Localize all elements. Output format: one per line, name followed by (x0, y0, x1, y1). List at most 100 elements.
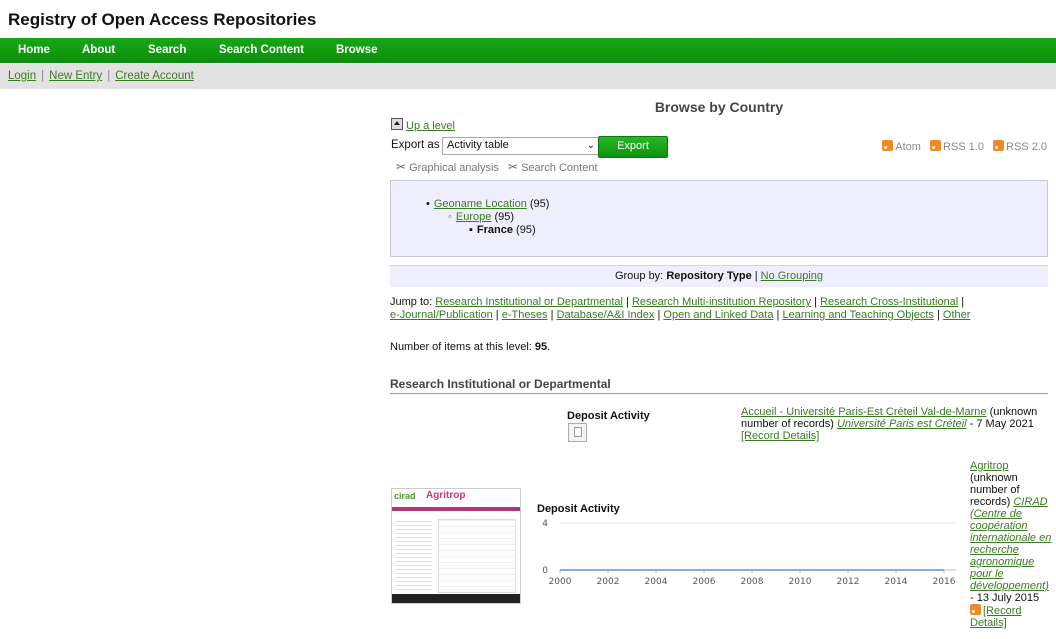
deposit-activity-label: Deposit Activity (567, 410, 650, 422)
jump-link[interactable]: e-Journal/Publication (390, 309, 493, 321)
x-tick-label: 2010 (789, 577, 812, 587)
repository-entry: Accueil - Université Paris-Est Créteil V… (741, 406, 1041, 442)
repository-link[interactable]: Agritrop (970, 460, 1009, 472)
jump-to: Jump to: Research Institutional or Depar… (390, 296, 971, 321)
chart-title: Deposit Activity (537, 503, 620, 515)
rss2-feed-link[interactable]: RSS 2.0 (993, 140, 1047, 153)
cirad-logo: cirad (394, 491, 416, 501)
x-tick-label: 2008 (741, 577, 764, 587)
location-tree: • Geoname Location (95) ◦ Europe (95) ▪ Fra… (390, 180, 1048, 257)
section-heading: Research Institutional or Departmental (390, 377, 1048, 394)
rss-icon[interactable] (970, 604, 981, 615)
thumb-header: cirad Agritrop (392, 489, 520, 507)
export-button[interactable]: Export (598, 136, 668, 158)
y-tick-label: 4 (542, 519, 548, 529)
group-by-current: Repository Type (666, 270, 752, 282)
feed-icon (882, 140, 894, 151)
thumb-nav (392, 507, 520, 511)
entry-date: - 13 July 2015 (970, 592, 1040, 604)
group-by-label: Group by: (614, 270, 664, 282)
jump-link[interactable]: Open and Linked Data (663, 309, 773, 321)
x-tick-label: 2006 (693, 577, 716, 587)
export-format-select[interactable]: Activity table ⌄ (442, 137, 602, 155)
thumb-text (396, 521, 432, 591)
nav-search-content[interactable]: Search Content (219, 44, 304, 56)
nav-browse[interactable]: Browse (336, 44, 378, 56)
repository-screenshot[interactable]: cirad Agritrop (391, 488, 521, 604)
export-row: Export as Activity table ⌄ Export Atom R… (391, 136, 1051, 158)
group-by-bar: Group by: Repository Type | No Grouping (390, 265, 1048, 287)
tree-level-3: ▪ France (95) (469, 224, 536, 236)
x-tick-label: 2012 (837, 577, 860, 587)
organisation-link[interactable]: CIRAD (Centre de coopération internation… (970, 496, 1051, 592)
separator: | (107, 70, 111, 82)
geoname-location-link[interactable]: Geoname Location (434, 198, 527, 210)
account-bar: Login | New Entry | Create Account (0, 64, 1056, 89)
item-count: Number of items at this level: 95. (390, 341, 550, 353)
tree-count: (95) (494, 211, 515, 223)
jump-link[interactable]: Other (943, 309, 971, 321)
x-tick-label: 2002 (597, 577, 620, 587)
create-account-link[interactable]: Create Account (115, 70, 194, 82)
deposit-activity-chart: 0 4 2000 2002 2004 2006 2008 2010 2012 2014 2016 (542, 519, 956, 587)
export-label: Export as (391, 139, 440, 151)
jump-link[interactable]: Research Multi-institution Repository (632, 296, 811, 308)
no-grouping-link[interactable]: No Grouping (761, 270, 823, 282)
entry-date: - 7 May 2021 (966, 418, 1034, 430)
bullet: ▪ (469, 224, 473, 236)
jump-link[interactable]: Research Cross-Institutional (820, 296, 958, 308)
page-title: Browse by Country (654, 99, 784, 115)
repository-entry: Agritrop (unknown number of records) CIR… (970, 460, 1052, 629)
jump-link[interactable]: e-Theses (502, 309, 548, 321)
y-tick-label: 0 (542, 566, 548, 576)
login-link[interactable]: Login (8, 70, 36, 82)
separator: | (754, 270, 758, 282)
nav-about[interactable]: About (82, 44, 115, 56)
tree-count: (95) (529, 198, 550, 210)
jump-link[interactable]: Database/A&I Index (557, 309, 655, 321)
site-title: Registry of Open Access Repositories (8, 10, 317, 29)
separator: | (41, 70, 45, 82)
rss1-feed-link[interactable]: RSS 1.0 (930, 140, 984, 153)
x-tick-label: 2014 (885, 577, 908, 587)
tools-row: ✂ Graphical analysis ✂ Search Content (396, 160, 604, 174)
punctuation: . (547, 341, 551, 353)
tree-count: (95) (516, 224, 536, 236)
feed-links: Atom RSS 1.0 RSS 2.0 (876, 140, 1047, 153)
record-details-link[interactable]: [Record Details] (741, 430, 819, 442)
jump-to-label: Jump to: (390, 296, 433, 308)
x-tick-label: 2004 (645, 577, 668, 587)
graphical-analysis-tool[interactable]: ✂ Graphical analysis (396, 160, 499, 174)
bullet: • (426, 198, 430, 210)
new-entry-link[interactable]: New Entry (49, 70, 102, 82)
no-image-icon (568, 423, 587, 442)
x-tick-label: 2016 (933, 577, 956, 587)
rss-icon (930, 140, 941, 151)
x-tick-label: 2000 (549, 577, 572, 587)
export-format-value: Activity table (447, 139, 509, 151)
thumb-panel (438, 519, 516, 593)
nav-search[interactable]: Search (148, 44, 186, 56)
europe-link[interactable]: Europe (456, 211, 491, 223)
nav-home[interactable]: Home (18, 44, 50, 56)
item-count-value: 95 (534, 341, 548, 353)
france-current: France (476, 224, 513, 236)
tools-icon: ✂ (396, 160, 407, 174)
jump-link[interactable]: Research Institutional or Departmental (435, 296, 623, 308)
chevron-down-icon: ⌄ (586, 140, 595, 151)
up-level-link[interactable]: Up a level (406, 120, 455, 132)
up-arrow-icon[interactable] (391, 118, 403, 130)
jump-link[interactable]: Learning and Teaching Objects (782, 309, 933, 321)
atom-feed-link[interactable]: Atom (882, 140, 921, 153)
up-level: Up a level (391, 118, 455, 132)
item-count-label: Number of items at this level: (390, 341, 532, 353)
bullet: ◦ (448, 211, 452, 223)
repository-link[interactable]: Accueil - Université Paris-Est Créteil V… (741, 406, 987, 418)
agritrop-logo: Agritrop (426, 490, 466, 501)
rss-icon (993, 140, 1005, 151)
tree-level-1: • Geoname Location (95) (426, 198, 549, 210)
organisation-link[interactable]: Université Paris est Créteil (837, 418, 967, 430)
search-content-tool[interactable]: ✂ Search Content (508, 160, 598, 174)
thumb-footer (392, 594, 520, 603)
tools-icon: ✂ (508, 160, 519, 174)
